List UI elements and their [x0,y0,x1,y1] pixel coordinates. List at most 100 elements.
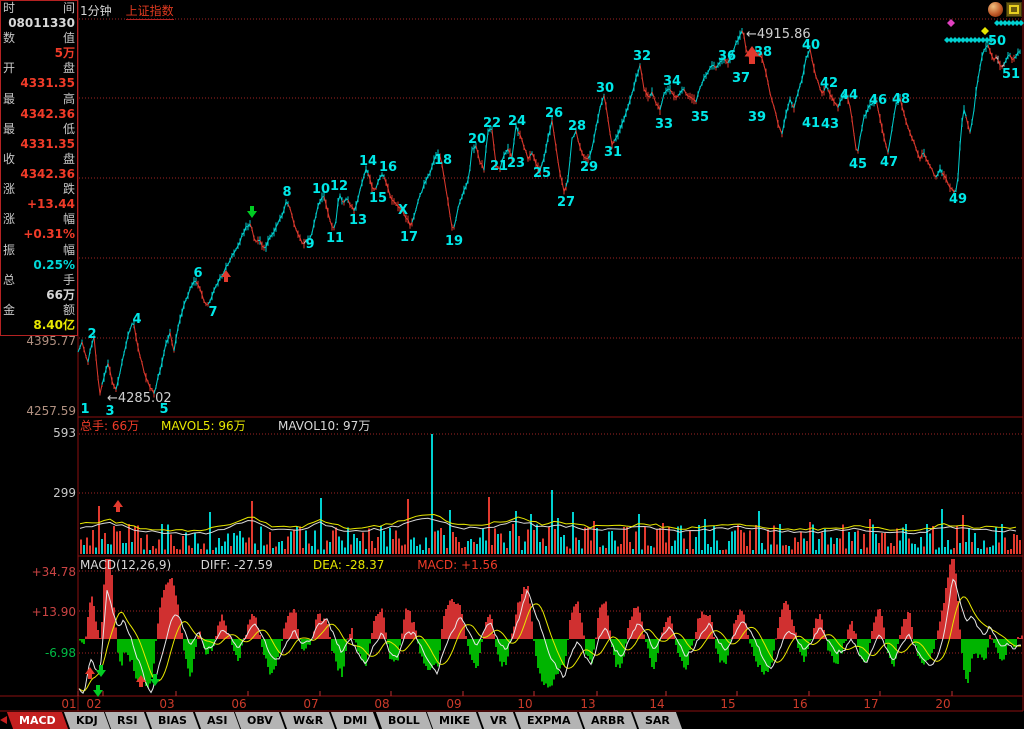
macd-histogram-bar [713,637,715,639]
pivot-label-47: 47 [880,155,898,170]
volume-bar [191,548,193,554]
volume-bar [167,525,169,554]
quote-value-1: 5万 [1,46,77,61]
volume-bar [248,538,250,554]
volume-bar [749,530,751,554]
volume-bar [1004,537,1006,554]
tab-macd[interactable]: MACD [7,712,68,729]
macd-histogram-bar [615,639,617,667]
pivot-label-8: 8 [282,185,291,200]
tab-kdj[interactable]: KDJ [64,712,110,729]
macd-histogram-bar [901,626,903,639]
volume-bar [542,539,544,554]
volume-bar [764,550,766,554]
macd-histogram-bar [1005,639,1007,655]
volume-bar [224,542,226,554]
tab-mike[interactable]: MIKE [427,712,482,729]
volume-header-part-2: MAVOL10: 97万 [278,419,370,433]
macd-histogram-bar [407,610,409,639]
tab-sar[interactable]: SAR [633,712,682,729]
volume-bar [1013,534,1015,554]
tab-bias[interactable]: BIAS [146,712,199,729]
pivot-label-12: 12 [330,179,348,194]
volume-bar [545,546,547,554]
volume-bar [179,549,181,554]
macd-histogram-bar [643,635,645,639]
volume-bar [350,544,352,554]
app-shell-icon[interactable] [988,2,1003,17]
pivot-label-17: 17 [400,230,418,245]
macd-histogram-bar [933,639,935,649]
volume-bar [305,531,307,554]
pivot-label-43: 43 [821,117,839,132]
macd-histogram-bar [603,603,605,639]
volume-bar [830,537,832,554]
macd-histogram-bar [159,608,161,639]
tab-dmi[interactable]: DMI [331,712,379,729]
macd-histogram-bar [351,628,353,639]
macd-histogram-bar [777,628,779,639]
volume-bar [626,527,628,554]
pivot-label-15: 15 [369,191,387,206]
macd-histogram-bar [869,639,871,643]
macd-histogram-bar [453,602,455,639]
macd-histogram-bar [903,619,905,639]
volume-bar [452,532,454,554]
volume-bar [560,537,562,554]
symbol-label[interactable]: 上证指数 [126,4,174,20]
volume-bar [254,544,256,554]
pivot-label-3: 3 [105,404,114,419]
volume-bar [719,550,721,554]
macd-histogram-bar [597,618,599,639]
macd-histogram-bar [329,637,331,639]
macd-histogram-bar [637,607,639,639]
quote-value-2: 4331.35 [1,76,77,91]
tab-rsi[interactable]: RSI [105,712,150,729]
tab-asi[interactable]: ASI [195,712,240,729]
volume-bar [251,501,253,554]
window-restore-icon[interactable] [1006,2,1022,17]
tab-vr[interactable]: VR [478,712,519,729]
volume-bar [806,541,808,554]
tab-arbr[interactable]: ARBR [579,712,637,729]
macd-histogram-bar [87,617,89,639]
volume-bar [575,537,577,554]
pivot-label-36: 36 [718,49,736,64]
tab-wr[interactable]: W&R [281,712,335,729]
macd-histogram-bar [559,639,561,669]
pivot-label-25: 25 [533,166,551,181]
volume-bar [113,526,115,554]
tab-obv[interactable]: OBV [235,712,285,729]
tab-label: ASI [207,712,228,729]
macd-histogram-bar [155,639,157,641]
volume-bar [992,546,994,554]
macd-histogram-bar [277,639,279,657]
macd-histogram-bar [1021,636,1023,639]
volume-bar [851,541,853,554]
pivot-label-45: 45 [849,157,867,172]
tab-scroll-left-icon[interactable] [0,716,7,724]
tab-expma[interactable]: EXPMA [515,712,583,729]
tab-boll[interactable]: BOLL [375,712,431,729]
macd-histogram-bar [679,639,681,657]
volume-bar [218,538,220,554]
pivot-label-30: 30 [596,81,614,96]
volume-bar [935,549,937,554]
macd-histogram-bar [447,605,449,639]
volume-bar [497,534,499,554]
volume-bar [362,533,364,554]
volume-bar [563,535,565,554]
macd-header-part-3: MACD: +1.56 [417,558,498,572]
volume-bar [725,550,727,554]
macd-histogram-bar [173,585,175,639]
volume-bar [656,530,658,554]
pivot-label-28: 28 [568,119,586,134]
macd-header-part-0: MACD(12,26,9) [80,558,171,572]
volume-bar [275,546,277,554]
macd-histogram-bar [973,639,975,654]
volume-bar [773,526,775,554]
volume-bar [737,525,739,554]
macd-histogram-bar [371,633,373,639]
chart-canvas[interactable]: 4395.774257.59←4915.86←4285.021234567891… [0,0,1024,729]
macd-histogram-bar [129,639,131,662]
